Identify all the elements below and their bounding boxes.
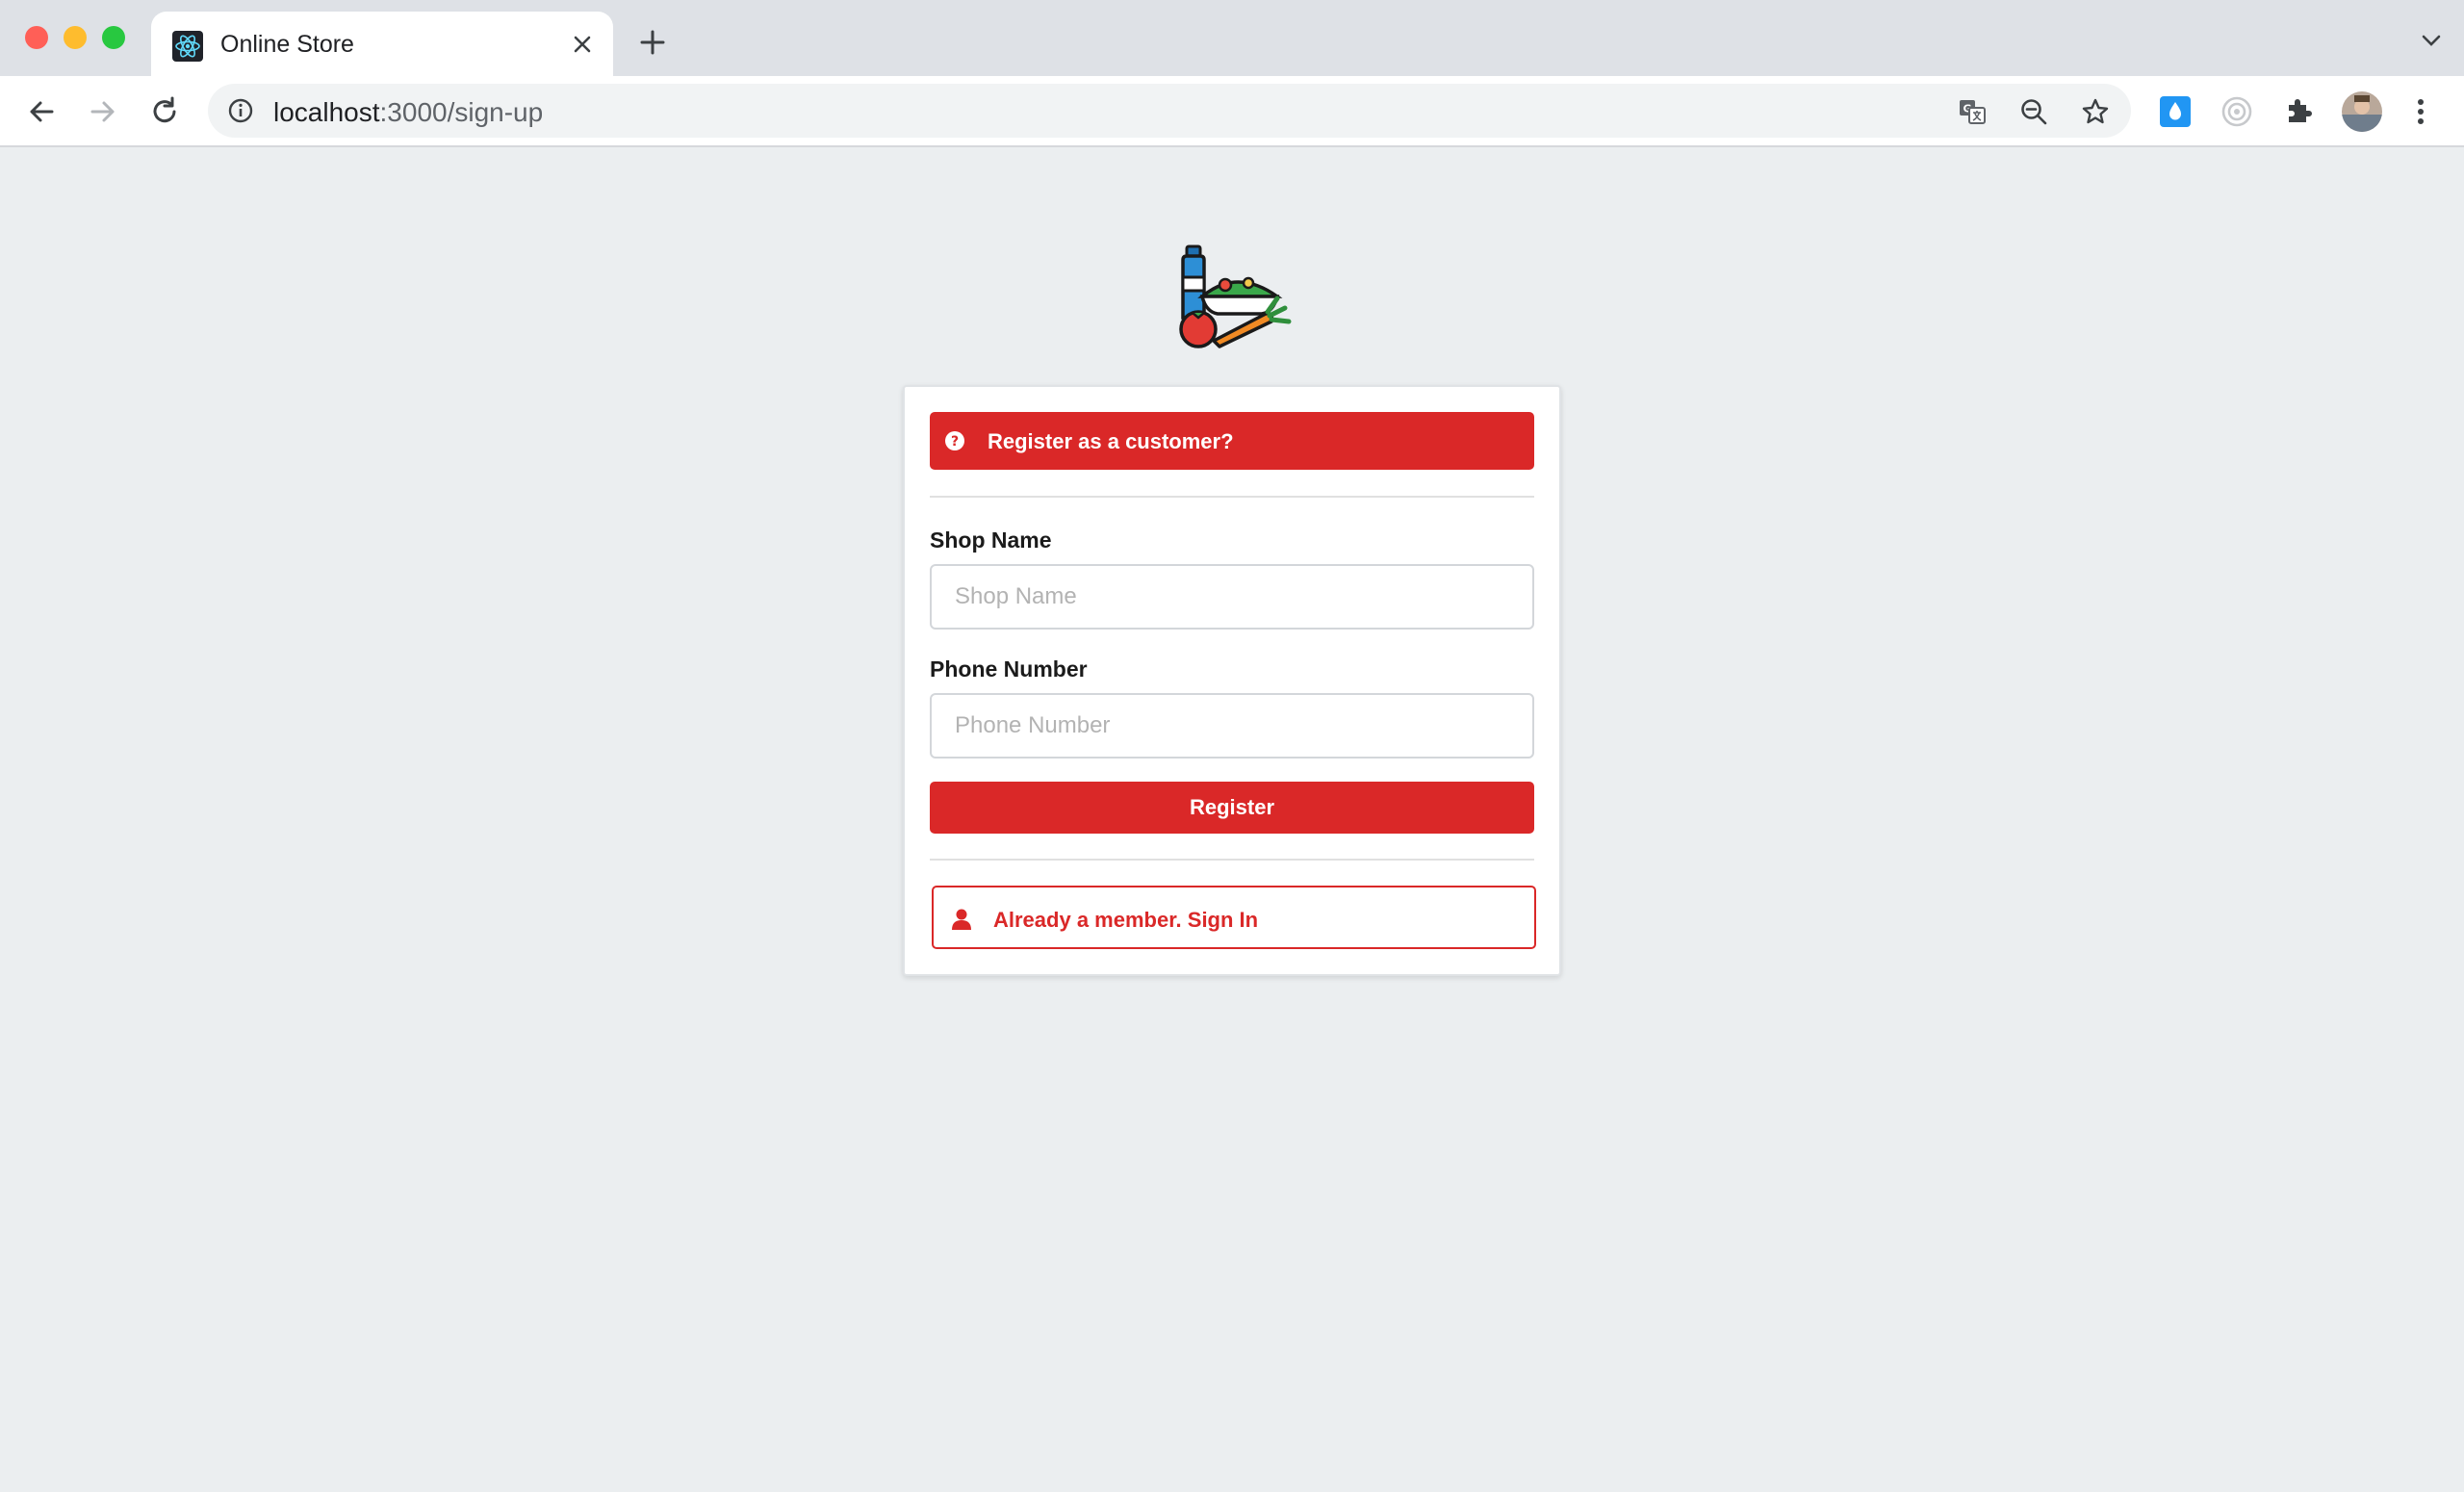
register-as-customer-button[interactable]: ? Register as a customer? xyxy=(930,412,1534,470)
shop-name-label: Shop Name xyxy=(930,527,1052,553)
bookmark-star-icon[interactable] xyxy=(2081,97,2110,126)
browser-tab[interactable]: Online Store xyxy=(151,12,613,76)
browser-tab-bar: Online Store xyxy=(0,0,2464,76)
extension-target-icon[interactable] xyxy=(2220,95,2253,128)
divider xyxy=(930,859,1534,861)
reload-icon[interactable] xyxy=(146,93,183,130)
register-button[interactable]: Register xyxy=(930,782,1534,834)
register-as-customer-label: Register as a customer? xyxy=(988,429,1234,453)
register-card: ? Register as a customer? Shop Name Phon… xyxy=(903,385,1561,976)
window-minimize-button[interactable] xyxy=(64,26,87,49)
tab-title: Online Store xyxy=(220,31,354,58)
forward-arrow-icon[interactable] xyxy=(85,93,121,130)
user-icon xyxy=(951,909,972,930)
svg-text:?: ? xyxy=(951,434,959,450)
sign-in-label: Already a member. Sign In xyxy=(993,908,1259,932)
address-bar[interactable]: localhost:3000/sign-up G xyxy=(208,84,2131,138)
url-text[interactable]: localhost:3000/sign-up xyxy=(273,97,543,128)
translate-icon[interactable]: G xyxy=(1958,97,1987,126)
window-maximize-button[interactable] xyxy=(102,26,125,49)
more-vertical-icon[interactable] xyxy=(2406,95,2435,128)
info-icon[interactable] xyxy=(227,97,254,124)
question-circle-icon: ? xyxy=(945,431,964,450)
url-host: localhost xyxy=(273,97,380,127)
close-icon[interactable] xyxy=(569,31,596,58)
browser-toolbar: localhost:3000/sign-up G xyxy=(0,76,2464,147)
sign-in-button[interactable]: Already a member. Sign In xyxy=(932,886,1536,949)
phone-number-label: Phone Number xyxy=(930,656,1088,682)
phone-number-input[interactable] xyxy=(930,693,1534,759)
new-tab-plus-icon[interactable] xyxy=(637,27,668,58)
extension-drop-icon[interactable] xyxy=(2159,95,2192,128)
react-icon xyxy=(172,31,203,62)
url-path: :3000/sign-up xyxy=(379,97,544,127)
zoom-out-icon[interactable] xyxy=(2019,97,2048,126)
chevron-down-icon[interactable] xyxy=(2418,31,2445,50)
divider xyxy=(930,496,1534,498)
extensions-puzzle-icon[interactable] xyxy=(2282,95,2315,128)
window-close-button[interactable] xyxy=(25,26,48,49)
shop-name-input[interactable] xyxy=(930,564,1534,630)
grocery-logo-icon xyxy=(1169,241,1295,351)
profile-avatar[interactable] xyxy=(2342,91,2382,132)
back-arrow-icon[interactable] xyxy=(23,93,60,130)
